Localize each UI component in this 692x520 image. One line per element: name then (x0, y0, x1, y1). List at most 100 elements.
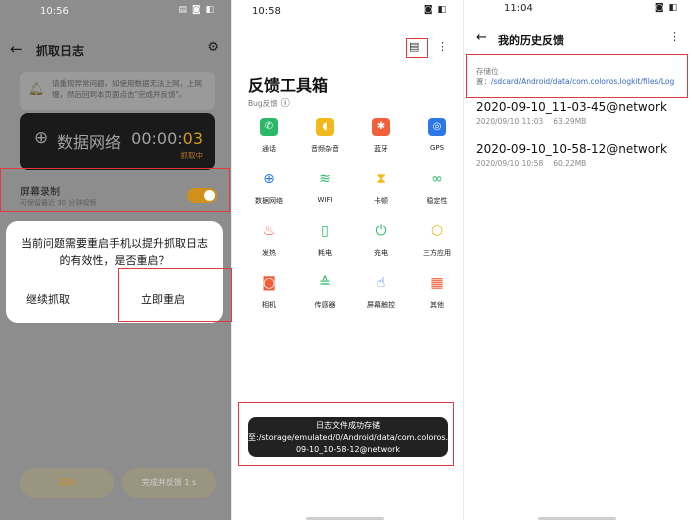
category-icon: ◙ (262, 275, 276, 291)
continue-capture-button[interactable]: 继续抓取 (26, 291, 70, 307)
info-icon[interactable]: ⓘ (281, 99, 290, 109)
storage-location: 存储位置：/sdcard/Android/data/com.coloros.lo… (476, 67, 675, 86)
category-icon: ⧗ (376, 171, 386, 187)
page-title: 反馈工具箱 (248, 76, 329, 95)
more-menu-icon[interactable]: ⋮ (437, 40, 448, 53)
category-icon: ≋ (319, 171, 331, 187)
status-bar: 10:56 ▤ ◙ ◧ (0, 0, 231, 22)
category-tile[interactable]: ♨ 发热 (241, 222, 297, 270)
status-bar: 11:04 ◙ ◧ (464, 0, 692, 22)
category-icon: ✱ (372, 118, 390, 136)
storage-path[interactable]: /sdcard/Android/data/com.coloros.logkit/… (491, 77, 674, 86)
capture-log-screen: 10:56 ▤ ◙ ◧ ← 抓取日志 ⚙ 🔔︎ 请重现异常问题，如使用数据无法上… (0, 0, 231, 520)
category-tile[interactable]: ▦ 其他 (409, 274, 463, 322)
category-tile[interactable]: ∞ 稳定性 (409, 170, 463, 218)
category-tile[interactable]: ▯ 耗电 (297, 222, 353, 270)
category-icon: ⊕ (263, 171, 275, 187)
screen-record-sub: 可保留最近 30 分钟视频 (20, 199, 97, 207)
finish-feedback-button[interactable]: 完成并反馈 1 s (122, 468, 216, 498)
cancel-button[interactable]: 取消 (20, 468, 114, 498)
status-icons: ▤ ◙ ◧ (178, 5, 215, 15)
dialog-buttons: 继续抓取 立即重启 (6, 285, 223, 311)
back-arrow-icon[interactable]: ← (10, 40, 23, 58)
category-icon: ⬡ (430, 223, 444, 239)
category-tile[interactable]: ✆ 通话 (241, 118, 297, 166)
category-tile[interactable]: ⧗ 卡顿 (353, 170, 409, 218)
category-icon: ∞ (431, 171, 443, 187)
bug-feedback-subtitle: Bug反馈 ⓘ (248, 99, 290, 109)
data-network-card: ⊕ 数据网络 00:00:03 抓取中 (20, 113, 215, 170)
status-time: 10:56 (40, 6, 69, 17)
category-label: 数据网络 (255, 197, 283, 205)
settings-gear-icon[interactable]: ⚙ (207, 40, 219, 55)
screen-record-toggle[interactable] (187, 188, 217, 203)
category-tile[interactable]: ◙ 相机 (241, 274, 297, 322)
category-label: 耗电 (318, 249, 332, 257)
category-label: 屏幕触控 (367, 301, 395, 309)
restart-dialog: 当前问题需要重启手机以提升抓取日志的有效性，是否重启？ 继续抓取 立即重启 (6, 221, 223, 323)
status-icons: ◙ ◧ (654, 3, 678, 13)
category-label: 传感器 (314, 301, 336, 309)
category-tile[interactable]: ⊕ 数据网络 (241, 170, 297, 218)
entry-name: 2020-09-10_11-03-45@network (476, 100, 667, 114)
feedback-history-icon[interactable]: ▤ (409, 40, 419, 53)
status-time: 10:58 (252, 6, 281, 17)
feedback-history-screen: 11:04 ◙ ◧ ← 我的历史反馈 ⋮ 存储位置：/sdcard/Androi… (464, 0, 692, 520)
entry-meta: 2020/09/10 11:03 63.29MB (476, 117, 587, 126)
history-entry[interactable]: 2020-09-10_11-03-45@network 2020/09/10 1… (476, 100, 682, 126)
category-label: 蓝牙 (374, 145, 388, 153)
category-label: WIFI (317, 196, 333, 204)
page-title: 我的历史反馈 (498, 34, 564, 47)
saved-toast: 日志文件成功存储至:/storage/emulated/0/Android/da… (248, 417, 463, 457)
category-label: 相机 (262, 301, 276, 309)
category-label: 音频杂音 (311, 145, 339, 153)
restart-now-button[interactable]: 立即重启 (141, 291, 185, 307)
entry-name: 2020-09-10_10-58-12@network (476, 142, 667, 156)
category-label: 三方应用 (423, 249, 451, 257)
page-title: 抓取日志 (36, 44, 85, 58)
feedback-toolbox-screen: 10:58 ◙ ◧ ▤ ⋮ 反馈工具箱 Bug反馈 ⓘ ✆ 通话 ◖ 音频杂音 ✱ 蓝牙 ◎ G… (232, 0, 463, 520)
toggle-knob (204, 190, 215, 201)
category-icon: ⏻ (375, 223, 387, 239)
notice-banner: 🔔︎ 请重现异常问题，如使用数据无法上网，上网慢，然后回到本页面点击"完成并反馈… (20, 72, 215, 110)
category-icon: ✆ (260, 118, 278, 136)
category-label: GPS (429, 144, 445, 152)
top-bar: ← 抓取日志 ⚙ (0, 38, 231, 62)
notice-text: 请重现异常问题，如使用数据无法上网，上网慢，然后回到本页面点击"完成并反馈"。 (52, 79, 202, 99)
screen-record-label: 屏幕录制 (20, 187, 60, 198)
category-label: 卡顿 (374, 197, 388, 205)
category-icon: ◖ (316, 118, 334, 136)
category-tile[interactable]: ◖ 音频杂音 (297, 118, 353, 166)
capture-state: 抓取中 (180, 151, 204, 160)
dialog-message: 当前问题需要重启手机以提升抓取日志的有效性，是否重启？ (21, 237, 208, 267)
screen-record-row: 屏幕录制 可保留最近 30 分钟视频 (0, 178, 231, 208)
capture-type-label: 数据网络 (57, 133, 122, 152)
status-time: 11:04 (504, 3, 533, 14)
capture-timer: 00:00:03 (131, 129, 203, 148)
category-icon: ▯ (321, 223, 329, 239)
bottom-actions: 取消 完成并反馈 1 s (0, 468, 231, 502)
category-icon: ≙ (319, 275, 331, 291)
more-menu-icon[interactable]: ⋮ (669, 30, 680, 43)
category-tile[interactable]: ≋ WIFI (297, 170, 353, 218)
category-label: 其他 (430, 301, 444, 309)
bell-icon: 🔔︎ (28, 82, 45, 97)
globe-icon: ⊕ (34, 128, 49, 148)
category-icon: ◎ (428, 118, 446, 136)
category-tile[interactable]: ✱ 蓝牙 (353, 118, 409, 166)
category-tile[interactable]: ⏻ 充电 (353, 222, 409, 270)
category-tile[interactable]: ⬡ 三方应用 (409, 222, 463, 270)
category-tile[interactable]: ≙ 传感器 (297, 274, 353, 322)
history-entry[interactable]: 2020-09-10_10-58-12@network 2020/09/10 1… (476, 142, 682, 168)
top-bar: ← 我的历史反馈 ⋮ (464, 30, 692, 50)
entry-meta: 2020/09/10 10:58 60.22MB (476, 159, 587, 168)
category-label: 通话 (262, 145, 276, 153)
category-tile[interactable]: ☝ 屏幕触控 (353, 274, 409, 322)
back-arrow-icon[interactable]: ← (476, 30, 487, 45)
status-icons: ◙ ◧ (423, 5, 447, 15)
category-tile[interactable]: ◎ GPS (409, 118, 463, 166)
category-label: 稳定性 (426, 197, 448, 205)
category-label: 充电 (374, 249, 388, 257)
category-label: 发热 (262, 249, 276, 257)
category-icon: ☝ (376, 275, 386, 291)
